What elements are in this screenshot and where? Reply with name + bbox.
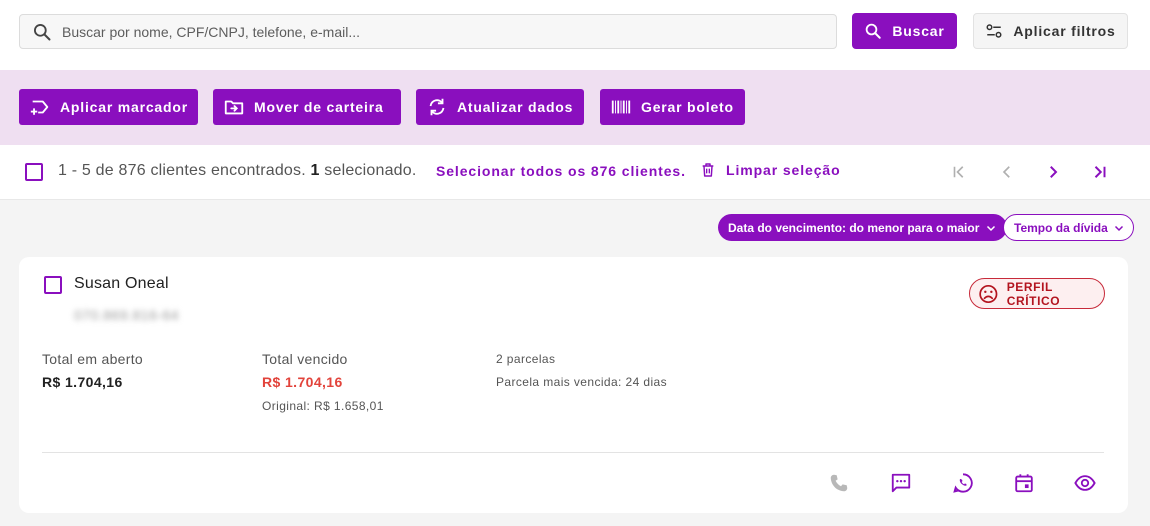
oldest-installment: Parcela mais vencida: 24 dias bbox=[496, 375, 668, 389]
search-box[interactable] bbox=[19, 14, 837, 49]
message-button[interactable] bbox=[889, 471, 913, 495]
calendar-icon bbox=[1015, 474, 1033, 493]
last-page-button[interactable] bbox=[1089, 161, 1111, 183]
profile-badge: PERFIL CRÍTICO bbox=[969, 278, 1105, 309]
select-all-link[interactable]: Selecionar todos os 876 clientes. bbox=[436, 163, 686, 179]
first-page-button[interactable] bbox=[948, 161, 970, 183]
total-open-label: Total em aberto bbox=[42, 351, 143, 367]
update-data-label: Atualizar dados bbox=[457, 99, 574, 115]
chevron-down-icon bbox=[987, 225, 996, 231]
selected-count: 1 bbox=[310, 162, 320, 179]
chevron-right-icon bbox=[1050, 166, 1058, 178]
first-page-icon bbox=[953, 166, 964, 178]
client-card: Susan Oneal 070.869.816-64 PERFIL CRÍTIC… bbox=[19, 257, 1128, 513]
label-plus-icon bbox=[30, 100, 49, 115]
search-bar: Buscar Aplicar filtros bbox=[0, 0, 1150, 70]
installments-count: 2 parcelas bbox=[496, 352, 556, 366]
clear-selection-label: Limpar seleção bbox=[726, 162, 841, 178]
update-data-button[interactable]: Atualizar dados bbox=[416, 89, 584, 125]
total-open-value: R$ 1.704,16 bbox=[42, 374, 123, 390]
barcode-icon bbox=[611, 100, 631, 114]
apply-filters-button[interactable]: Aplicar filtros bbox=[973, 13, 1128, 49]
results-range: 1 - 5 bbox=[58, 162, 92, 179]
original-value: Original: R$ 1.658,01 bbox=[262, 399, 384, 413]
clear-selection-link[interactable]: Limpar seleção bbox=[700, 161, 841, 179]
client-name[interactable]: Susan Oneal bbox=[74, 275, 169, 293]
apply-marker-button[interactable]: Aplicar marcador bbox=[19, 89, 198, 125]
profile-badge-label: PERFIL CRÍTICO bbox=[1006, 279, 1061, 308]
search-button[interactable]: Buscar bbox=[852, 13, 957, 49]
total-due-label: Total vencido bbox=[262, 351, 348, 367]
chat-icon bbox=[891, 473, 911, 493]
sliders-icon bbox=[986, 24, 1002, 38]
view-button[interactable] bbox=[1073, 471, 1097, 495]
sort-debt-time-chip[interactable]: Tempo da dívida bbox=[1003, 214, 1134, 241]
apply-filters-label: Aplicar filtros bbox=[1013, 23, 1116, 39]
apply-marker-label: Aplicar marcador bbox=[60, 99, 188, 115]
whatsapp-icon bbox=[953, 473, 973, 493]
refresh-icon bbox=[429, 98, 445, 116]
trash-icon bbox=[702, 163, 714, 177]
move-portfolio-button[interactable]: Mover de carteira bbox=[213, 89, 401, 125]
whatsapp-button[interactable] bbox=[951, 471, 975, 495]
action-bar: Aplicar marcador Mover de carteira Atual… bbox=[0, 70, 1150, 145]
select-page-checkbox[interactable] bbox=[25, 163, 43, 181]
phone-icon bbox=[830, 474, 848, 492]
schedule-button[interactable] bbox=[1012, 471, 1036, 495]
generate-boleto-label: Gerar boleto bbox=[641, 99, 734, 115]
chevron-left-icon bbox=[1002, 166, 1010, 178]
card-divider bbox=[42, 452, 1104, 453]
client-document: 070.869.816-64 bbox=[74, 307, 180, 323]
next-page-button[interactable] bbox=[1042, 161, 1064, 183]
search-input[interactable] bbox=[62, 23, 802, 40]
chevron-down-icon bbox=[1114, 225, 1123, 231]
generate-boleto-button[interactable]: Gerar boleto bbox=[600, 89, 745, 125]
search-button-label: Buscar bbox=[892, 23, 945, 39]
results-summary: 1 - 5 de 876 clientes encontrados. 1 sel… bbox=[58, 162, 417, 180]
results-total: de 876 clientes encontrados. bbox=[95, 162, 306, 179]
folder-move-icon bbox=[224, 100, 244, 115]
eye-icon bbox=[1074, 475, 1096, 491]
sort-due-date-label: Data do vencimento: do menor para o maio… bbox=[728, 220, 980, 235]
search-icon bbox=[866, 23, 882, 39]
last-page-icon bbox=[1094, 166, 1106, 178]
client-checkbox[interactable] bbox=[44, 276, 62, 294]
selected-text: selecionado. bbox=[324, 162, 417, 179]
total-due-value: R$ 1.704,16 bbox=[262, 374, 343, 390]
previous-page-button[interactable] bbox=[996, 161, 1018, 183]
call-button[interactable] bbox=[827, 471, 851, 495]
sort-debt-time-label: Tempo da dívida bbox=[1014, 220, 1108, 235]
move-portfolio-label: Mover de carteira bbox=[254, 99, 384, 115]
search-icon bbox=[34, 23, 51, 40]
selection-bar: 1 - 5 de 876 clientes encontrados. 1 sel… bbox=[0, 145, 1150, 200]
sort-due-date-chip[interactable]: Data do vencimento: do menor para o maio… bbox=[718, 214, 1008, 241]
sad-face-icon bbox=[979, 284, 998, 303]
